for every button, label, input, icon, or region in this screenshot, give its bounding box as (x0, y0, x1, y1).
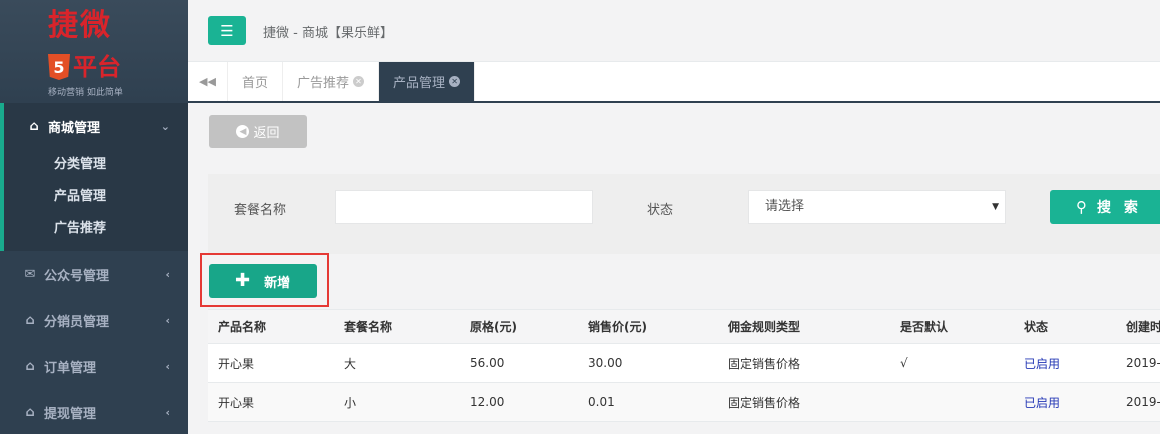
search-icon: ⚲ (1076, 198, 1087, 216)
logo: 捷微 5 平台 移动营销 如此简单 (0, 0, 188, 103)
products-table: 产品名称 套餐名称 原格(元) 销售价(元) 佣金规则类型 是否默认 状态 创建… (208, 309, 1160, 422)
table-cell: 开心果 (218, 395, 255, 410)
table-header: 产品名称 套餐名称 原格(元) 销售价(元) 佣金规则类型 是否默认 状态 创建… (208, 310, 1160, 344)
sidebar-item-distributor[interactable]: ⌂ 分销员管理 ‹ (0, 297, 188, 343)
top-bar: ☰ 捷微 - 商城【果乐鲜】 (188, 0, 1160, 62)
close-icon[interactable]: ✕ (353, 76, 365, 87)
tab-bar: ◀◀ 首页 广告推荐 ✕ 产品管理 ✕ (188, 62, 1160, 103)
tab-home[interactable]: 首页 (228, 62, 284, 101)
sidebar-group-orders: ⌂ 订单管理 ‹ (0, 343, 188, 389)
chevron-down-icon: ⌄ (160, 119, 170, 133)
table-cell: 0.01 (588, 395, 615, 409)
page-title: 捷微 - 商城【果乐鲜】 (263, 26, 393, 41)
column-header[interactable]: 原格(元) (460, 318, 578, 335)
package-name-label: 套餐名称 (234, 203, 287, 218)
tab-scroll-left-button[interactable]: ◀◀ (188, 62, 228, 101)
sidebar-item-product[interactable]: 产品管理 (4, 181, 188, 213)
column-header[interactable]: 状态 (1014, 318, 1116, 335)
chevron-left-icon: ‹ (165, 405, 170, 419)
back-button[interactable]: ◀ 返回 (209, 115, 307, 148)
table-cell: 大 (344, 356, 357, 371)
search-button[interactable]: ⚲ 搜 索 (1050, 190, 1160, 224)
home-icon: ⌂ (25, 404, 35, 420)
chevron-left-icon: ‹ (165, 313, 170, 327)
table-row[interactable]: 开心果 小 12.00 0.01 固定销售价格 已启用 2019-1 (208, 383, 1160, 422)
chat-icon: ✉ (24, 266, 36, 282)
plus-icon: ✚ (235, 270, 251, 291)
sidebar-group-mall: ⌂ 商城管理 ⌄ 分类管理 产品管理 广告推荐 (0, 103, 188, 251)
arrow-left-circle-icon: ◀ (236, 125, 250, 138)
column-header[interactable]: 创建时 (1116, 318, 1160, 335)
logo-main-text: 捷微 (48, 8, 112, 43)
table-cell: 开心果 (218, 356, 255, 371)
table-cell: 固定销售价格 (728, 356, 801, 371)
column-header[interactable]: 销售价(元) (578, 318, 718, 335)
home-icon: ⌂ (25, 312, 35, 328)
table-cell: 12.00 (470, 395, 505, 409)
home-icon: ⌂ (25, 358, 35, 374)
status-link[interactable]: 已启用 (1014, 394, 1116, 411)
logo-sub-text: 平台 (73, 53, 121, 81)
status-label: 状态 (647, 203, 674, 218)
table-row[interactable]: 开心果 大 56.00 30.00 固定销售价格 √ 已启用 2019-1 (208, 344, 1160, 383)
table-cell: 固定销售价格 (728, 395, 801, 410)
sidebar-nav: ⌂ 商城管理 ⌄ 分类管理 产品管理 广告推荐 ✉ 公众号管理 ‹ ⌂ 分销员管… (0, 103, 188, 434)
tab-products[interactable]: 产品管理 ✕ (379, 62, 476, 101)
html5-icon: 5 (48, 54, 70, 80)
status-link[interactable]: 已启用 (1014, 355, 1116, 372)
close-icon[interactable]: ✕ (449, 76, 461, 87)
home-icon: ⌂ (29, 118, 39, 134)
sidebar-group-distributor: ⌂ 分销员管理 ‹ (0, 297, 188, 343)
table-cell: 2019-1 (1126, 356, 1160, 370)
sidebar-item-category[interactable]: 分类管理 (4, 149, 188, 181)
double-chevron-left-icon: ◀◀ (199, 75, 216, 88)
sidebar-item-orders[interactable]: ⌂ 订单管理 ‹ (0, 343, 188, 389)
sidebar-item-mall[interactable]: ⌂ 商城管理 ⌄ (4, 103, 188, 149)
tab-ads[interactable]: 广告推荐 ✕ (283, 62, 380, 101)
column-header[interactable]: 产品名称 (208, 318, 334, 335)
table-cell: 2019-1 (1126, 395, 1160, 409)
chevron-left-icon: ‹ (165, 267, 170, 281)
table-cell: 30.00 (588, 356, 623, 370)
sidebar-group-withdraw: ⌂ 提现管理 ‹ (0, 389, 188, 434)
sidebar-item-ads[interactable]: 广告推荐 (4, 213, 188, 245)
sidebar: 捷微 5 平台 移动营销 如此简单 ⌂ 商城管理 ⌄ 分类管理 产品管理 广告推… (0, 0, 188, 434)
status-select[interactable]: 请选择 ▼ (748, 190, 1006, 224)
sidebar-group-wechat: ✉ 公众号管理 ‹ (0, 251, 188, 297)
table-cell: √ (900, 356, 908, 370)
sidebar-item-wechat[interactable]: ✉ 公众号管理 ‹ (0, 251, 188, 297)
menu-toggle-button[interactable]: ☰ (208, 16, 246, 45)
table-cell: 56.00 (470, 356, 505, 370)
logo-tagline: 移动营销 如此简单 (48, 88, 123, 98)
package-name-input[interactable] (335, 190, 593, 224)
sidebar-item-withdraw[interactable]: ⌂ 提现管理 ‹ (0, 389, 188, 434)
column-header[interactable]: 佣金规则类型 (718, 318, 890, 335)
table-cell: 小 (344, 395, 357, 410)
hamburger-icon: ☰ (220, 21, 234, 40)
filter-panel: 套餐名称 状态 请选择 ▼ ⚲ 搜 索 (208, 174, 1160, 254)
add-button[interactable]: ✚ 新增 (209, 264, 317, 298)
column-header[interactable]: 是否默认 (890, 318, 1014, 335)
column-header[interactable]: 套餐名称 (334, 318, 460, 335)
caret-down-icon: ▼ (992, 202, 999, 212)
chevron-left-icon: ‹ (165, 359, 170, 373)
